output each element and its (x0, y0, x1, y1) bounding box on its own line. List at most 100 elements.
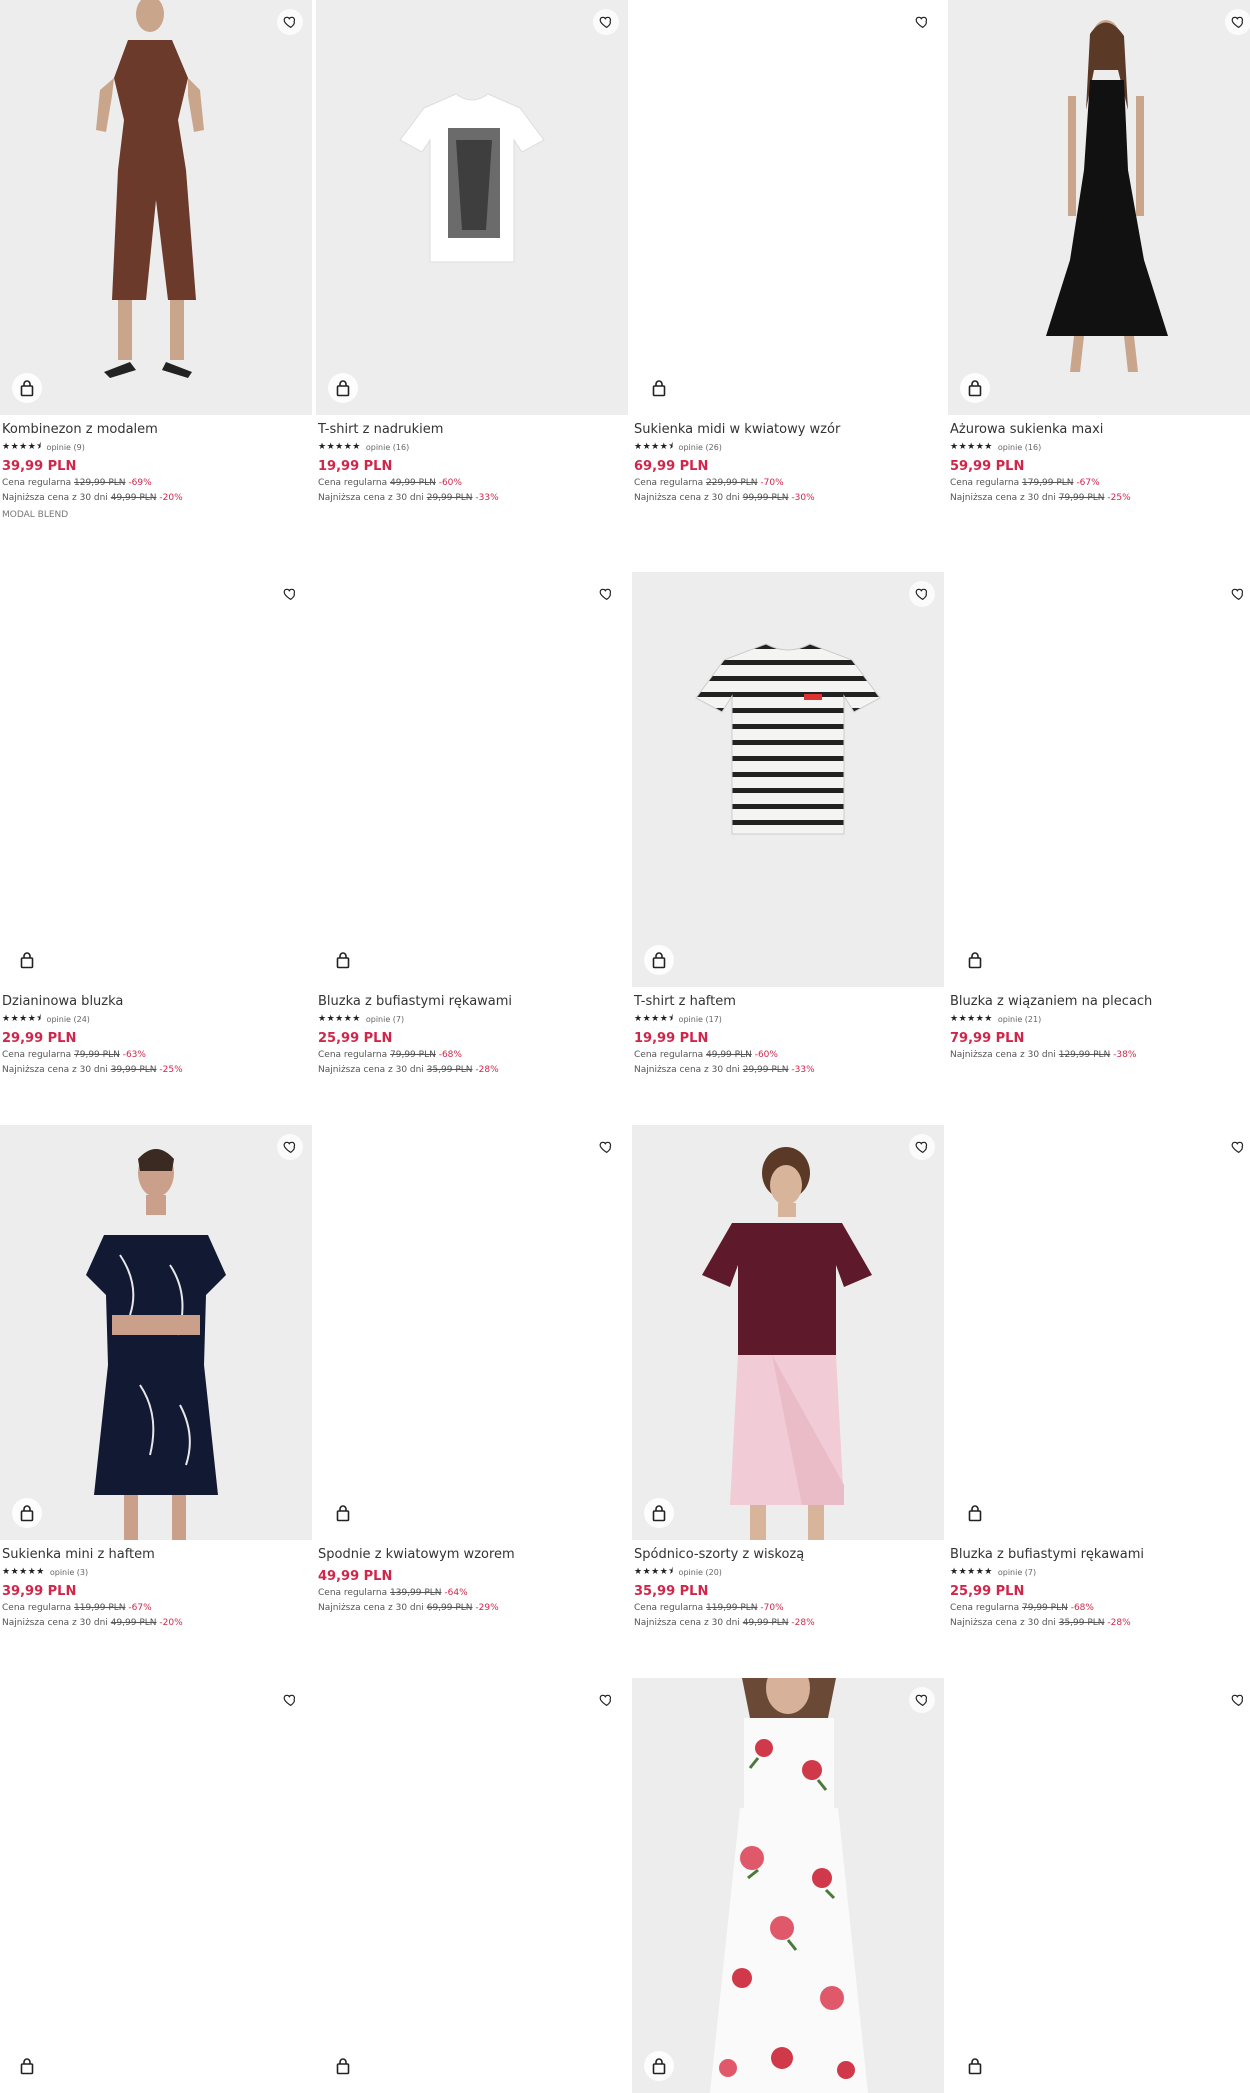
review-count[interactable]: opinie (7) (366, 1015, 404, 1024)
heart-icon[interactable] (277, 9, 303, 35)
heart-icon[interactable] (909, 1134, 935, 1160)
product-name[interactable]: Spódnico-szorty z wiskozą (634, 1547, 944, 1563)
product-name[interactable]: Kombinezon z modalem (2, 422, 312, 438)
review-count[interactable]: opinie (16) (998, 443, 1041, 452)
regular-discount: -67% (128, 1603, 152, 1613)
product-image[interactable] (948, 0, 1250, 415)
shopping-bag-icon[interactable] (644, 373, 674, 403)
product-name[interactable]: Sukienka midi w kwiatowy wzór (634, 422, 944, 438)
product-image[interactable] (0, 0, 312, 415)
product-image[interactable] (316, 572, 628, 987)
product-name[interactable]: T-shirt z haftem (634, 994, 944, 1010)
review-count[interactable]: opinie (24) (47, 1015, 90, 1024)
shopping-bag-icon[interactable] (328, 2051, 358, 2081)
product-card[interactable] (0, 1678, 312, 2093)
product-card[interactable] (316, 1678, 628, 2093)
shopping-bag-icon[interactable] (12, 945, 42, 975)
product-card[interactable] (948, 1678, 1250, 2093)
shopping-bag-icon[interactable] (960, 945, 990, 975)
product-image[interactable] (632, 1678, 944, 2093)
regular-discount: -68% (438, 1050, 462, 1060)
review-count[interactable]: opinie (20) (679, 1568, 722, 1577)
product-image[interactable] (632, 1125, 944, 1540)
product-card[interactable]: Spodnie z kwiatowym wzorem 49,99 PLN Cena … (316, 1125, 628, 1614)
heart-icon[interactable] (1225, 1687, 1250, 1713)
review-count[interactable]: opinie (21) (998, 1015, 1041, 1024)
product-name[interactable]: Bluzka z bufiastymi rękawami (950, 1547, 1250, 1563)
product-image[interactable] (948, 572, 1250, 987)
product-name[interactable]: Ażurowa sukienka maxi (950, 422, 1250, 438)
product-image[interactable] (632, 572, 944, 987)
product-card[interactable]: Bluzka z bufiastymi rękawami ★★★★★ opinie … (948, 1125, 1250, 1629)
shopping-bag-icon[interactable] (12, 373, 42, 403)
product-price: 39,99 PLN (2, 1584, 77, 1599)
heart-icon[interactable] (1225, 1134, 1250, 1160)
lowest-price-label: Najniższa cena z 30 dni (950, 1618, 1056, 1628)
heart-icon[interactable] (593, 581, 619, 607)
review-count[interactable]: opinie (17) (679, 1015, 722, 1024)
product-card[interactable]: Ażurowa sukienka maxi ★★★★★ opinie (16) 59,… (948, 0, 1250, 504)
product-name[interactable]: Sukienka mini z haftem (2, 1547, 312, 1563)
product-card[interactable]: T-shirt z haftem ★★★★⯨ opinie (17) 19,99 PL… (632, 572, 944, 1076)
product-image[interactable] (948, 1125, 1250, 1540)
product-image[interactable] (948, 1678, 1250, 2093)
product-card[interactable]: Dzianinowa bluzka ★★★★⯨ opinie (24) 29,99 P… (0, 572, 312, 1076)
shopping-bag-icon[interactable] (12, 1498, 42, 1528)
review-count[interactable]: opinie (7) (998, 1568, 1036, 1577)
heart-icon[interactable] (909, 581, 935, 607)
shopping-bag-icon[interactable] (960, 2051, 990, 2081)
product-image[interactable] (0, 1678, 312, 2093)
product-name[interactable]: T-shirt z nadrukiem (318, 422, 628, 438)
product-card[interactable]: T-shirt z nadrukiem ★★★★★ opinie (16) 19,99… (316, 0, 628, 504)
heart-icon[interactable] (593, 1134, 619, 1160)
lowest-discount: -33% (791, 1065, 815, 1075)
review-count[interactable]: opinie (16) (366, 443, 409, 452)
product-name[interactable]: Spodnie z kwiatowym wzorem (318, 1547, 628, 1563)
heart-icon[interactable] (277, 581, 303, 607)
heart-icon[interactable] (593, 1687, 619, 1713)
review-count[interactable]: opinie (3) (50, 1568, 88, 1577)
product-image[interactable] (0, 572, 312, 987)
product-info: Sukienka mini z haftem ★★★★★ opinie (3) 39,… (0, 1540, 312, 1629)
product-card[interactable]: Spódnico-szorty z wiskozą ★★★★⯨ opinie (20… (632, 1125, 944, 1629)
shopping-bag-icon[interactable] (960, 1498, 990, 1528)
regular-price-label: Cena regularna (318, 1050, 388, 1060)
lowest-price-line: Najniższa cena z 30 dni 49,99 PLN -20% (2, 1618, 312, 1629)
shopping-bag-icon[interactable] (12, 2051, 42, 2081)
shopping-bag-icon[interactable] (328, 945, 358, 975)
review-count[interactable]: opinie (9) (47, 443, 85, 452)
rating-stars: ★★★★⯨ (634, 442, 674, 452)
shopping-bag-icon[interactable] (328, 373, 358, 403)
heart-icon[interactable] (909, 1687, 935, 1713)
product-image[interactable] (0, 1125, 312, 1540)
shopping-bag-icon[interactable] (644, 945, 674, 975)
product-image[interactable] (316, 1125, 628, 1540)
product-image[interactable] (316, 0, 628, 415)
product-card[interactable]: Bluzka z bufiastymi rękawami ★★★★★ opinie … (316, 572, 628, 1076)
product-card[interactable]: Bluzka z wiązaniem na plecach ★★★★★ opinie… (948, 572, 1250, 1061)
heart-icon[interactable] (1225, 9, 1250, 35)
shopping-bag-icon[interactable] (960, 373, 990, 403)
shopping-bag-icon[interactable] (328, 1498, 358, 1528)
shopping-bag-icon[interactable] (644, 2051, 674, 2081)
product-name[interactable]: Bluzka z wiązaniem na plecach (950, 994, 1250, 1010)
shopping-bag-icon[interactable] (644, 1498, 674, 1528)
heart-icon[interactable] (277, 1134, 303, 1160)
heart-icon[interactable] (1225, 581, 1250, 607)
heart-icon[interactable] (909, 9, 935, 35)
product-name[interactable]: Dzianinowa bluzka (2, 994, 312, 1010)
product-image[interactable] (632, 0, 944, 415)
regular-price: 129,99 PLN (74, 478, 126, 488)
lowest-price-line: Najniższa cena z 30 dni 29,99 PLN -33% (318, 493, 628, 504)
product-name[interactable]: Bluzka z bufiastymi rękawami (318, 994, 628, 1010)
heart-icon[interactable] (593, 9, 619, 35)
heart-icon[interactable] (277, 1687, 303, 1713)
product-image[interactable] (316, 1678, 628, 2093)
product-card[interactable]: Kombinezon z modalem ★★★★⯨ opinie (9) 39,99… (0, 0, 312, 520)
product-card[interactable]: Sukienka mini z haftem ★★★★★ opinie (3) 39,… (0, 1125, 312, 1629)
regular-discount: -70% (760, 1603, 784, 1613)
review-count[interactable]: opinie (26) (679, 443, 722, 452)
lowest-price-label: Najniższa cena z 30 dni (318, 493, 424, 503)
product-card[interactable]: Sukienka midi w kwiatowy wzór ★★★★⯨ opinie… (632, 0, 944, 504)
product-card[interactable] (632, 1678, 944, 2093)
